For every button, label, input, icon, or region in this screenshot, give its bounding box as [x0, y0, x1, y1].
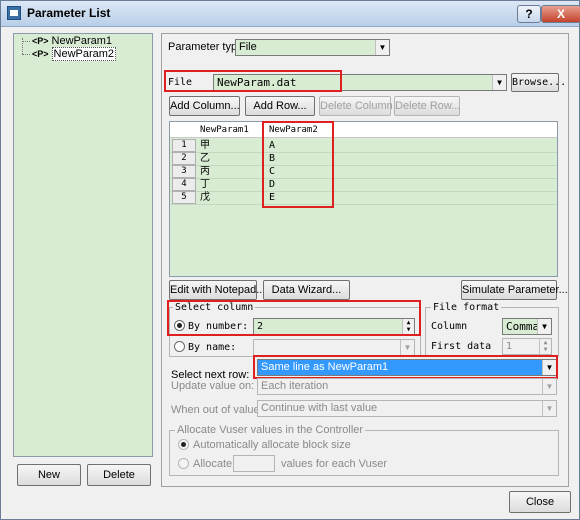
allocate-vuser-title: Allocate Vuser values in the Controller: [175, 424, 366, 436]
update-value-select[interactable]: Each iteration ▼: [257, 378, 557, 395]
file-highlight-box: [164, 70, 342, 92]
table-cell[interactable]: 丙: [200, 165, 210, 178]
parameter-icon: <P>: [32, 49, 49, 59]
tree-connector: [22, 54, 30, 55]
table-cell[interactable]: 丁: [200, 178, 210, 191]
browse-button[interactable]: Browse...: [511, 73, 566, 92]
parameter-icon: <P>: [32, 36, 49, 46]
dropdown-arrow-icon: ▼: [542, 379, 556, 394]
parameter-tree[interactable]: <P> NewParam1 <P> NewParam2: [13, 33, 153, 457]
first-data-label: First data: [431, 341, 492, 352]
block-size-input[interactable]: [233, 455, 275, 472]
row-number: 3: [172, 165, 196, 178]
column-name-select[interactable]: ▼: [253, 339, 415, 356]
update-value-value: Each iteration: [261, 380, 329, 392]
column-highlight-box: [262, 121, 334, 208]
next-row-highlight-box: [253, 355, 558, 379]
out-of-values-value: Continue with last value: [261, 402, 378, 414]
delete-button[interactable]: Delete: [87, 464, 151, 486]
by-name-label: By name:: [188, 342, 237, 353]
table-cell[interactable]: 戊: [200, 191, 210, 204]
parameter-list-window: Parameter List ? X <P> NewParam1 <P> NewPa…: [0, 0, 580, 520]
title-bar: Parameter List ? X: [1, 1, 580, 27]
tree-item-label: NewParam1: [51, 35, 113, 47]
row-number: 1: [172, 139, 196, 152]
row-number: 5: [172, 191, 196, 204]
window-title: Parameter List: [27, 6, 111, 20]
tree-item-label: NewParam2: [51, 47, 117, 61]
manual-allocate-suffix: values for each Vuser: [281, 458, 387, 470]
out-of-values-label: When out of values:: [171, 404, 269, 416]
close-button[interactable]: Close: [509, 491, 571, 513]
dropdown-arrow-icon: ▼: [375, 40, 389, 55]
first-data-value: 1: [506, 341, 513, 352]
help-button[interactable]: ?: [517, 5, 541, 23]
row-divider: [170, 191, 557, 192]
parameter-type-select[interactable]: File ▼: [235, 39, 390, 56]
dropdown-arrow-icon: ▼: [537, 319, 551, 334]
select-column-highlight-box: [167, 300, 421, 336]
row-number: 4: [172, 178, 196, 191]
row-divider: [170, 178, 557, 179]
row-divider: [170, 204, 557, 205]
dropdown-arrow-icon: ▼: [400, 340, 414, 355]
row-divider: [170, 165, 557, 166]
update-value-label: Update value on:: [171, 380, 255, 392]
auto-allocate-label: Automatically allocate block size: [193, 439, 351, 451]
delete-column-button[interactable]: Delete Column...: [319, 96, 402, 116]
data-wizard-button[interactable]: Data Wizard...: [263, 280, 350, 300]
row-divider: [170, 152, 557, 153]
auto-allocate-radio[interactable]: [178, 439, 189, 450]
first-data-input[interactable]: 1 ▲ ▼: [502, 338, 552, 355]
dropdown-arrow-icon: ▼: [542, 401, 556, 416]
spinner-arrows-icon[interactable]: ▲ ▼: [539, 339, 551, 354]
manual-allocate-label: Allocate: [193, 458, 233, 470]
parameter-type-value: File: [239, 41, 257, 53]
tree-item-newparam2[interactable]: <P> NewParam2: [32, 47, 117, 61]
by-name-radio[interactable]: [174, 341, 185, 352]
edit-with-notepad-button[interactable]: Edit with Notepad...: [169, 280, 265, 300]
table-cell[interactable]: 乙: [200, 152, 210, 165]
add-row-button[interactable]: Add Row...: [245, 96, 315, 116]
column-delimiter-value: Comma: [506, 320, 540, 333]
new-button[interactable]: New: [17, 464, 81, 486]
column-delimiter-select[interactable]: Comma ▼: [502, 318, 552, 335]
simulate-parameter-button[interactable]: Simulate Parameter...: [461, 280, 568, 300]
dropdown-arrow-icon: ▼: [492, 75, 506, 90]
row-number: 2: [172, 152, 196, 165]
parameter-data-grid[interactable]: NewParam1 NewParam2 1 甲 A 2 乙 B 3 丙 C 4 …: [169, 121, 558, 277]
app-icon: [7, 6, 21, 20]
manual-allocate-radio[interactable]: [178, 458, 189, 469]
add-column-button[interactable]: Add Column...: [169, 96, 240, 116]
file-format-title: File format: [431, 302, 502, 313]
close-window-button[interactable]: X: [541, 5, 580, 23]
column-delimiter-label: Column: [431, 321, 468, 332]
delete-row-button[interactable]: Delete Row...: [394, 96, 460, 116]
table-cell[interactable]: 甲: [200, 139, 210, 152]
tree-connector: [22, 41, 30, 42]
column-header-newparam1[interactable]: NewParam1: [200, 122, 260, 138]
out-of-values-select[interactable]: Continue with last value ▼: [257, 400, 557, 417]
